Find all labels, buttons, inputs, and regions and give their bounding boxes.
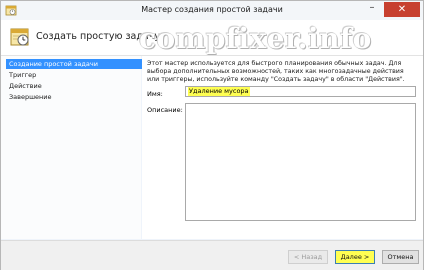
wizard-header: Создать простую задачу compfixer.info <box>1 20 423 56</box>
wizard-content: Этот мастер используется для быстрого пл… <box>142 56 423 239</box>
description-field[interactable] <box>185 103 416 221</box>
cancel-button[interactable]: Отмена <box>382 250 419 264</box>
sidebar-item-create-task[interactable]: Создание простой задачи <box>6 59 142 69</box>
watermark: compfixer.info <box>139 22 372 55</box>
sidebar-item-trigger[interactable]: Триггер <box>6 70 142 80</box>
name-label: Имя: <box>147 90 163 98</box>
wizard-window: Мастер создания простой задачи – ✕ Созда… <box>0 0 424 270</box>
description-label: Описание: <box>147 106 183 114</box>
back-button[interactable]: < Назад <box>288 250 328 264</box>
window-title: Мастер создания простой задачи <box>141 5 283 14</box>
close-button[interactable]: ✕ <box>384 2 420 17</box>
next-button[interactable]: Далее > <box>335 250 375 264</box>
name-field[interactable]: Удаление мусора <box>185 86 416 97</box>
name-field-value: Удаление мусора <box>188 87 250 96</box>
sidebar-item-finish[interactable]: Завершение <box>6 92 142 102</box>
minimize-button[interactable]: – <box>363 2 381 16</box>
wizard-footer: < Назад Далее > Отмена <box>1 240 423 270</box>
wizard-description: Этот мастер используется для быстрого пл… <box>147 60 405 83</box>
wizard-steps-sidebar: Создание простой задачи Триггер Действие… <box>1 56 142 239</box>
title-bar[interactable]: Мастер создания простой задачи – ✕ <box>1 1 423 20</box>
task-scheduler-icon <box>9 26 31 48</box>
sidebar-item-action[interactable]: Действие <box>6 81 142 91</box>
